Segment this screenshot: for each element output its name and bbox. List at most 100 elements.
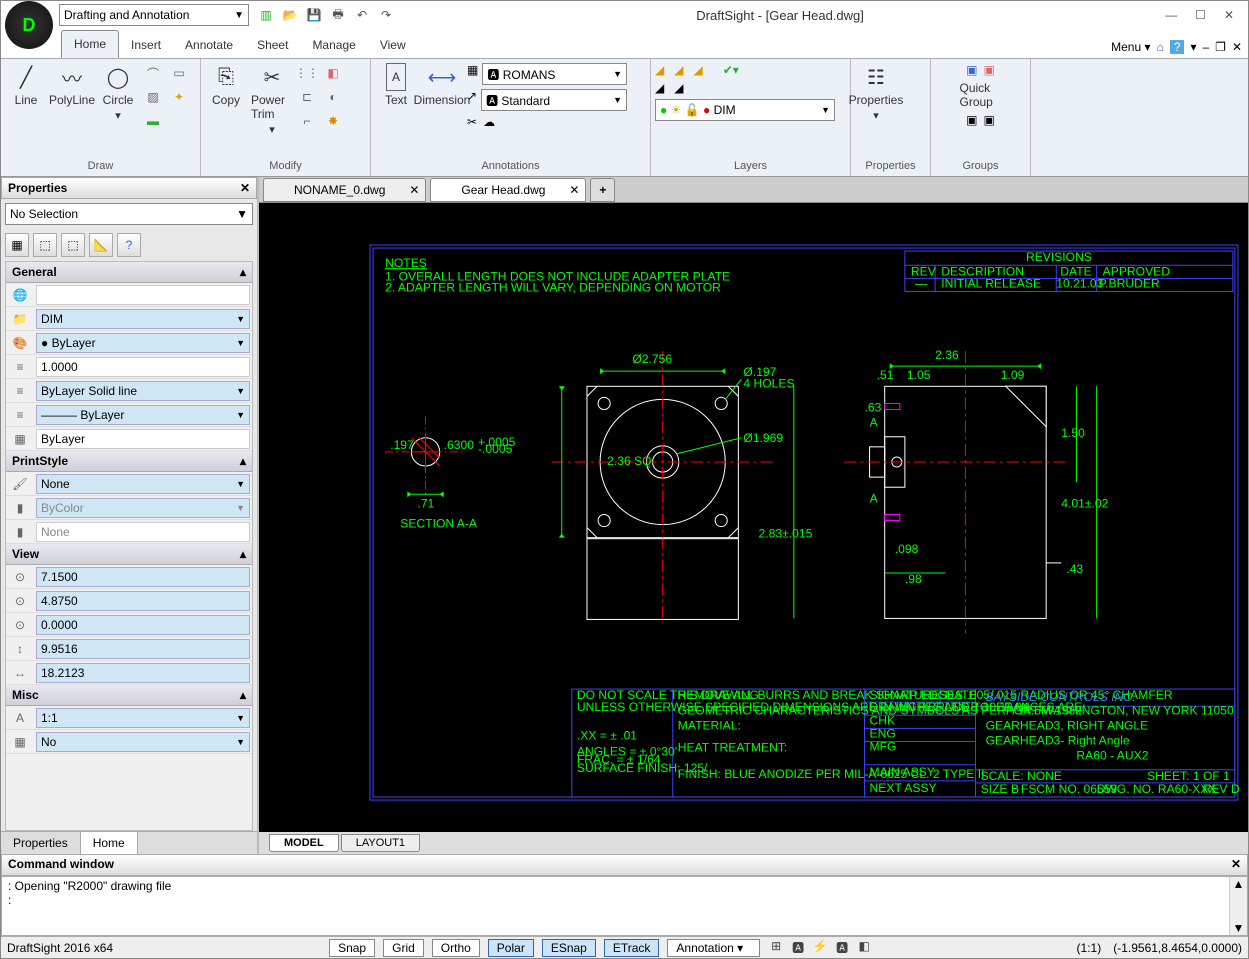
toggle-snap[interactable]: Snap [329, 939, 375, 957]
menu-dropdown[interactable]: Menu ▾ [1111, 40, 1150, 54]
prop-value[interactable] [36, 285, 250, 305]
close-icon[interactable]: ✕ [1224, 8, 1234, 22]
prop-value[interactable]: 9.9516 [36, 639, 250, 659]
copy-button[interactable]: ⎘Copy [205, 63, 247, 107]
prop-row[interactable]: A1:1 [6, 706, 252, 730]
prop-row[interactable]: ≡1.0000 [6, 355, 252, 379]
prop-value[interactable]: 18.2123 [36, 663, 250, 683]
command-prompt[interactable]: : [8, 893, 1241, 907]
prop-value[interactable]: ByColor [36, 498, 250, 518]
mirror-icon[interactable]: ◐ [323, 87, 343, 107]
status-icon-4[interactable]: 🅰 [834, 939, 850, 956]
cut-icon[interactable]: ✂ [467, 115, 477, 129]
calc-icon[interactable]: 📐 [89, 233, 113, 257]
section-general[interactable]: General▴ [6, 262, 252, 283]
prop-row[interactable]: ≡——— ByLayer [6, 403, 252, 427]
erase-icon[interactable]: ◧ [323, 63, 343, 83]
toggle-grid[interactable]: Grid [383, 939, 424, 957]
layer-combo[interactable]: ● ☀ 🔓 ● DIM▼ [655, 99, 835, 121]
prop-value[interactable]: 4.8750 [36, 591, 250, 611]
dimension-button[interactable]: ⟷Dimension [421, 63, 463, 107]
prop-row[interactable]: ▦ByLayer [6, 427, 252, 451]
prop-row[interactable]: ▦No [6, 730, 252, 754]
hatch-icon[interactable]: ▨ [143, 87, 163, 107]
tab-sheet[interactable]: Sheet [245, 32, 300, 58]
powertrim-button[interactable]: ✂Power Trim▾ [251, 63, 293, 136]
prop-row[interactable]: ⊙0.0000 [6, 613, 252, 637]
drawing-canvas[interactable]: NOTES 1. OVERALL LENGTH DOES NOT INCLUDE… [259, 203, 1248, 832]
prop-row[interactable]: 🖌None [6, 472, 252, 496]
circle-button[interactable]: ◯Circle▾ [97, 63, 139, 122]
maximize-icon[interactable]: ☐ [1195, 8, 1206, 22]
prop-row[interactable]: ≡ByLayer Solid line [6, 379, 252, 403]
array-icon[interactable]: ⋮⋮ [297, 63, 317, 83]
section-printstyle[interactable]: PrintStyle▴ [6, 451, 252, 472]
status-icon-5[interactable]: ◧ [856, 939, 872, 956]
layer-prev-icon[interactable]: ◢ [674, 81, 683, 95]
tab-manage[interactable]: Manage [300, 32, 367, 58]
prop-value[interactable]: None [36, 474, 250, 494]
toggle-polar[interactable]: Polar [488, 939, 534, 957]
proptab-properties[interactable]: Properties [1, 832, 81, 854]
prop-row[interactable]: 🎨● ByLayer [6, 331, 252, 355]
layer-iso-icon[interactable]: ◢ [655, 81, 664, 95]
workspace-combo[interactable]: Drafting and Annotation ▼ [59, 4, 249, 26]
new-icon[interactable]: ▥ [257, 6, 275, 24]
prop-value[interactable]: No [36, 732, 250, 752]
open-icon[interactable]: 📂 [281, 6, 299, 24]
group-edit-icon[interactable]: ▣ [966, 113, 977, 127]
section-misc[interactable]: Misc▴ [6, 685, 252, 706]
section-view[interactable]: View▴ [6, 544, 252, 565]
prop-value[interactable]: ByLayer Solid line [36, 381, 250, 401]
prop-value[interactable]: ByLayer [36, 429, 250, 449]
region-icon[interactable]: ▬ [143, 111, 163, 131]
text-button[interactable]: AText [375, 63, 417, 107]
line-button[interactable]: ╱Line [5, 63, 47, 107]
font-combo[interactable]: 🅰 ROMANS▼ [482, 63, 627, 85]
mdi-minimize-icon[interactable]: – [1202, 40, 1209, 54]
layout-tab-layout1[interactable]: LAYOUT1 [341, 834, 420, 852]
explode-icon[interactable]: ✸ [323, 111, 343, 131]
prop-value[interactable]: 7.1500 [36, 567, 250, 587]
prop-row[interactable]: ⊙7.1500 [6, 565, 252, 589]
prop-value[interactable]: ——— ByLayer [36, 405, 250, 425]
close-tab-icon[interactable]: ✕ [569, 183, 579, 197]
print-icon[interactable]: 🖶 [329, 6, 347, 24]
dimstyle-combo[interactable]: 🅰 Standard▼ [481, 89, 627, 111]
status-icon-2[interactable]: 🅰 [790, 939, 806, 956]
help-icon[interactable]: ? [1170, 40, 1185, 54]
command-window[interactable]: : Opening "R2000" drawing file : ▲▼ [1, 876, 1248, 936]
scroll-down-icon[interactable]: ▼ [1233, 921, 1245, 935]
scroll-up-icon[interactable]: ▲ [1233, 877, 1245, 891]
selection-combo[interactable]: No Selection▼ [5, 203, 253, 225]
home-icon[interactable]: ⌂ [1157, 40, 1164, 54]
properties-button[interactable]: ☷Properties▾ [855, 63, 897, 122]
tab-annotate[interactable]: Annotate [173, 32, 245, 58]
layer-check-icon[interactable]: ✔▾ [723, 63, 739, 77]
tab-insert[interactable]: Insert [119, 32, 173, 58]
group-icon[interactable]: ▣ [966, 63, 977, 77]
layout-tab-model[interactable]: MODEL [269, 834, 339, 852]
undo-icon[interactable]: ↶ [353, 6, 371, 24]
prop-value[interactable]: 1:1 [36, 708, 250, 728]
prop-row[interactable]: ↕9.9516 [6, 637, 252, 661]
rect-icon[interactable]: ▭ [169, 63, 189, 83]
quick-select-icon[interactable]: ⬚ [33, 233, 57, 257]
redo-icon[interactable]: ↷ [377, 6, 395, 24]
prop-value[interactable]: DIM [36, 309, 250, 329]
prop-row[interactable]: ▮None [6, 520, 252, 544]
close-cmd-icon[interactable]: ✕ [1231, 857, 1241, 873]
close-panel-icon[interactable]: ✕ [240, 181, 250, 195]
layer-states-icon[interactable]: ◢ [674, 63, 683, 77]
annotation-dropdown[interactable]: Annotation ▾ [667, 939, 760, 957]
prop-row[interactable]: ↔18.2123 [6, 661, 252, 685]
prop-value[interactable]: ● ByLayer [36, 333, 250, 353]
prop-value[interactable]: 0.0000 [36, 615, 250, 635]
doctab-gearhead[interactable]: Gear Head.dwg✕ [430, 178, 586, 202]
cloud-icon[interactable]: ☁ [483, 115, 495, 129]
point-icon[interactable]: ✦ [169, 87, 189, 107]
prop-row[interactable]: ⊙4.8750 [6, 589, 252, 613]
ungroup-icon[interactable]: ▣ [984, 63, 995, 77]
prop-row[interactable]: 📁DIM [6, 307, 252, 331]
help-panel-icon[interactable]: ? [117, 233, 141, 257]
